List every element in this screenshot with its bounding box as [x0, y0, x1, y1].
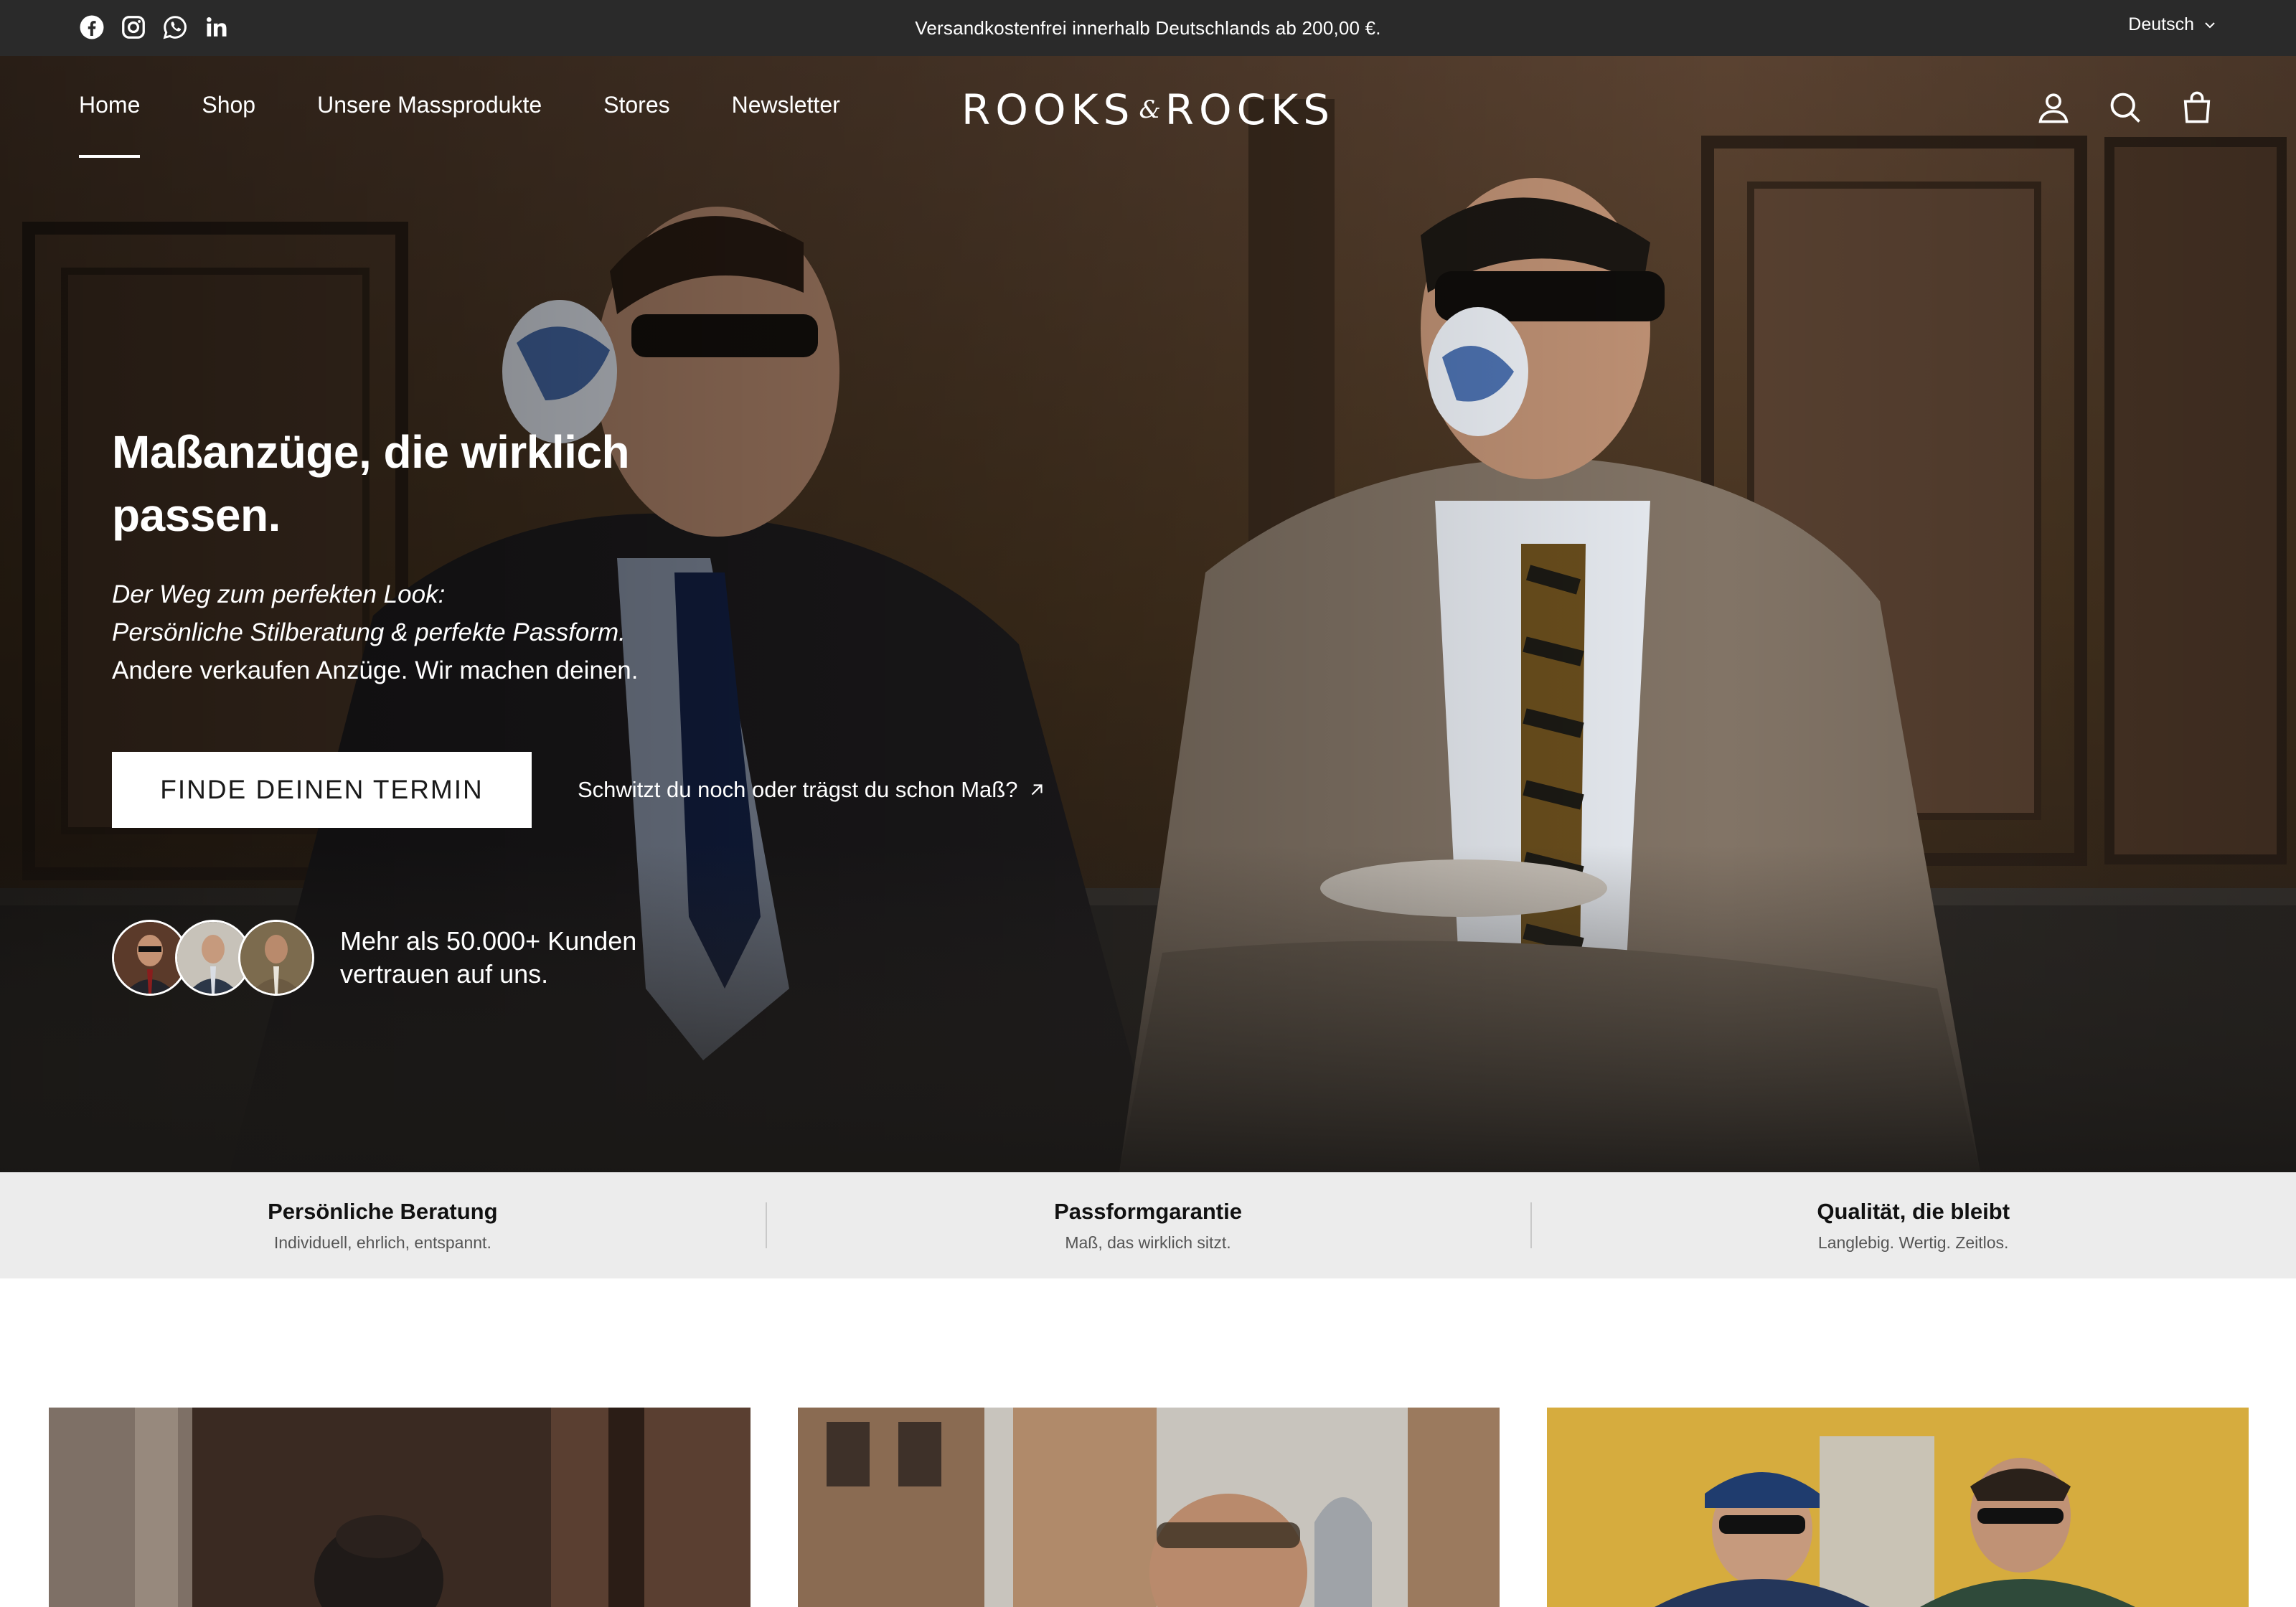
usp-item-qualitaet: Qualität, die bleibt Langlebig. Wertig. … [1530, 1172, 2296, 1278]
announcement-bar: Versandkostenfrei innerhalb Deutschlands… [0, 0, 2296, 56]
chevron-down-icon [2205, 22, 2215, 28]
logo-ampersand: & [1139, 95, 1161, 124]
hero-section: Home Shop Unsere Massprodukte Stores New… [0, 56, 2296, 1172]
usp-description: Maß, das wirklich sitzt. [1065, 1233, 1231, 1252]
search-icon[interactable] [2105, 88, 2145, 128]
card-image [1547, 1408, 2249, 1607]
instagram-icon[interactable] [121, 14, 146, 40]
collection-cards [49, 1408, 2250, 1607]
usp-description: Individuell, ehrlich, entspannt. [273, 1233, 491, 1252]
usp-bar: Persönliche Beratung Individuell, ehrlic… [0, 1172, 2296, 1278]
collection-card[interactable] [1547, 1408, 2249, 1607]
find-appointment-button[interactable]: FINDE DEINEN TERMIN [112, 752, 532, 828]
hero-cta-row: FINDE DEINEN TERMIN Schwitzt du noch ode… [112, 752, 1046, 828]
usp-title: Persönliche Beratung [268, 1198, 498, 1224]
shipping-message: Versandkostenfrei innerhalb Deutschlands… [915, 17, 1381, 39]
hero-title: Maßanzüge, die wirklich passen. [112, 420, 758, 547]
usp-item-passform: Passformgarantie Maß, das wirklich sitzt… [765, 1172, 1531, 1278]
usp-title: Passformgarantie [1054, 1198, 1242, 1224]
card-image [798, 1408, 1500, 1607]
usp-description: Langlebig. Wertig. Zeitlos. [1817, 1233, 2009, 1252]
nav-links: Home Shop Unsere Massprodukte Stores New… [79, 92, 840, 158]
language-label: Deutsch [2128, 14, 2194, 34]
logo-word-right: ROCKS [1165, 85, 1335, 134]
nav-item-home[interactable]: Home [79, 92, 141, 158]
social-links [79, 14, 230, 40]
cart-icon[interactable] [2177, 88, 2217, 128]
collection-card[interactable] [49, 1408, 751, 1607]
logo-word-left: ROOKS [961, 85, 1135, 134]
card-image [49, 1408, 751, 1607]
header-icons [2033, 88, 2217, 128]
language-selector[interactable]: Deutsch [2128, 14, 2217, 35]
brand-logo[interactable]: ROOKS & ROCKS [954, 85, 1342, 135]
hero-subtitle: Der Weg zum perfekten Look: Persönliche … [112, 575, 758, 689]
hero-subtitle-italic-2: Persönliche Stilberatung & perfekte Pass… [112, 618, 626, 646]
usp-title: Qualität, die bleibt [1817, 1198, 2010, 1224]
customer-trust: Mehr als 50.000+ Kunden vertrauen auf un… [112, 920, 713, 996]
usp-item-beratung: Persönliche Beratung Individuell, ehrlic… [0, 1172, 766, 1278]
arrow-up-right-icon [1032, 784, 1043, 796]
secondary-cta-link[interactable]: Schwitzt du noch oder trägst du schon Ma… [578, 777, 1046, 803]
hero-title-line-1: Maßanzüge, die wirklich [112, 426, 630, 478]
hero-subtitle-italic-1: Der Weg zum perfekten Look: [112, 580, 446, 608]
linkedin-icon[interactable] [204, 14, 230, 40]
nav-item-shop[interactable]: Shop [202, 92, 255, 126]
main-navigation: Home Shop Unsere Massprodukte Stores New… [0, 56, 2296, 164]
secondary-cta-label: Schwitzt du noch oder trägst du schon Ma… [578, 777, 1018, 802]
hero-copy: Maßanzüge, die wirklich passen. Der Weg … [112, 420, 758, 689]
whatsapp-icon[interactable] [162, 14, 188, 40]
customer-trust-text: Mehr als 50.000+ Kunden vertrauen auf un… [340, 925, 713, 991]
hero-title-line-2: passen. [112, 489, 281, 541]
account-icon[interactable] [2033, 88, 2074, 128]
nav-item-newsletter[interactable]: Newsletter [732, 92, 840, 126]
trust-line-1: Mehr als 50.000+ Kunden [340, 926, 637, 956]
hero-subtitle-plain: Andere verkaufen Anzüge. Wir machen dein… [112, 656, 639, 684]
customer-avatars [112, 920, 314, 996]
facebook-icon[interactable] [79, 14, 105, 40]
nav-item-stores[interactable]: Stores [603, 92, 669, 126]
nav-item-massprodukte[interactable]: Unsere Massprodukte [317, 92, 542, 126]
collection-card[interactable] [798, 1408, 1500, 1607]
trust-line-2: vertrauen auf uns. [340, 959, 549, 989]
avatar [238, 920, 314, 996]
